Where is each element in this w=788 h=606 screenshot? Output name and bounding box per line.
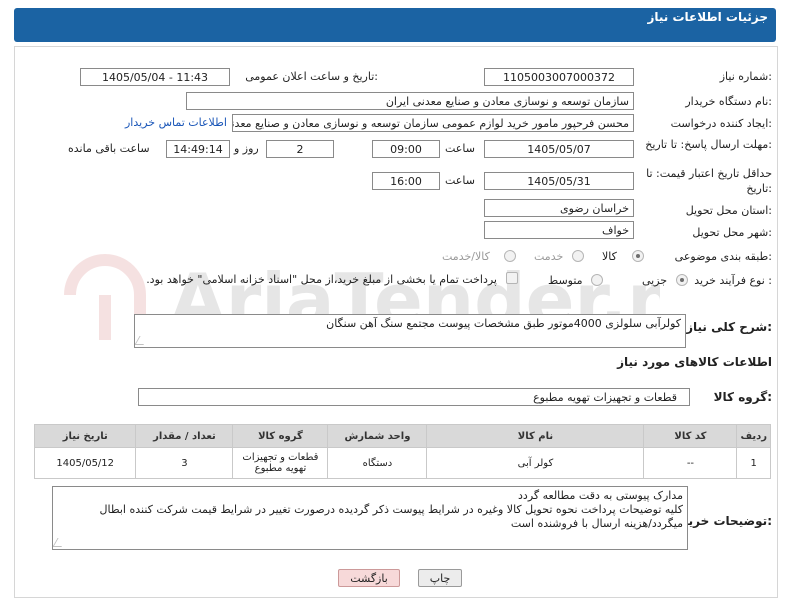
process-minor-option: جزیی (642, 274, 668, 287)
price-validity-label: حداقل تاریخ اعتبار قیمت: تا تاریخ: (646, 167, 772, 195)
category-service-option: خدمت (534, 250, 564, 263)
page-title: جزئیات اطلاعات نیاز (647, 10, 768, 24)
col-header-unit: واحد شمارش (327, 424, 428, 448)
treasury-payment-note: پرداخت تمام یا بخشی از مبلغ خرید،از محل … (146, 273, 497, 286)
creator-label: ایجاد کننده درخواست: (670, 117, 772, 130)
cell-quantity: 3 (135, 447, 234, 479)
buyer-notes-textarea[interactable]: مدارک پیوستی به دقت مطالعه گردد کلیه توض… (52, 486, 688, 550)
province-field[interactable]: خراسان رضوی (484, 199, 634, 217)
validity-time-field[interactable]: 16:00 (372, 172, 440, 190)
resize-handle-icon[interactable] (135, 336, 149, 345)
goods-info-title: اطلاعات کالاهای مورد نیاز (617, 355, 772, 369)
items-table: ردیف کد کالا نام کالا واحد شمارش گروه کا… (33, 424, 771, 479)
reply-time-field[interactable]: 09:00 (372, 140, 440, 158)
process-medium-radio[interactable] (591, 274, 603, 286)
table-header-row: ردیف کد کالا نام کالا واحد شمارش گروه کا… (33, 424, 771, 448)
col-header-quantity: تعداد / مقدار (135, 424, 234, 448)
back-button[interactable]: بازگشت (338, 569, 400, 587)
buyer-org-field[interactable]: سازمان توسعه و نوسازی معادن و صنایع معدن… (186, 92, 634, 110)
goods-group-field[interactable]: قطعات و تجهیزات تهویه مطبوع (138, 388, 690, 406)
days-label: روز و (234, 142, 259, 155)
col-header-goods-group: گروه کالا (232, 424, 329, 448)
col-header-goods-name: نام کالا (426, 424, 645, 448)
remaining-days-field[interactable]: 2 (266, 140, 334, 158)
category-goods-radio[interactable] (632, 250, 644, 262)
resize-handle-icon[interactable] (53, 538, 67, 547)
col-header-need-date: تاریخ نیاز (33, 424, 137, 448)
announce-datetime-field[interactable]: 1405/05/04 - 11:43 (80, 68, 230, 86)
print-button[interactable]: چاپ (418, 569, 462, 587)
process-medium-option: متوسط (548, 274, 583, 287)
validity-time-label: ساعت (445, 174, 475, 187)
validity-date-field[interactable]: 1405/05/31 (484, 172, 634, 190)
announce-label: تاریخ و ساعت اعلان عمومی: (245, 70, 378, 83)
remaining-time-field[interactable]: 14:49:14 (166, 140, 230, 158)
province-label: استان محل تحویل: (685, 204, 772, 217)
reply-deadline-label: مهلت ارسال پاسخ: تا تاریخ: (645, 138, 772, 151)
category-both-option: کالا/خدمت (442, 250, 490, 263)
cell-goods-name: کولر آبی (426, 447, 645, 479)
cell-row-number: 1 (736, 447, 771, 479)
remaining-time-label: ساعت باقی مانده (68, 142, 150, 155)
cell-goods-group: قطعات و تجهیزات تهویه مطبوع (232, 447, 329, 479)
cell-need-date: 1405/05/12 (33, 447, 137, 479)
buyer-org-label: نام دستگاه خریدار: (685, 95, 772, 108)
table-row[interactable]: 1 -- کولر آبی دستگاه قطعات و تجهیزات تهو… (33, 447, 771, 479)
col-header-goods-code: کد کالا (643, 424, 738, 448)
category-label: طبقه بندی موضوعی: (674, 250, 772, 263)
need-number-label: شماره نیاز: (719, 70, 772, 83)
description-label: شرح کلی نیاز: (686, 320, 772, 334)
city-field[interactable]: خواف (484, 221, 634, 239)
buyer-notes-line-1: مدارک پیوستی به دقت مطالعه گردد (518, 489, 683, 502)
description-textarea[interactable]: کولرآبی سلولزی 4000موتور طبق مشخصات پیوس… (134, 314, 686, 348)
buyer-contact-link[interactable]: اطلاعات تماس خریدار (125, 116, 227, 129)
creator-field[interactable]: محسن فرحپور مامور خرید لوازم عمومی سازما… (232, 114, 634, 132)
category-both-radio[interactable] (504, 250, 516, 262)
category-service-radio[interactable] (572, 250, 584, 262)
process-label: نوع فرآیند خرید : (694, 274, 772, 287)
need-number-field[interactable]: 1105003007000372 (484, 68, 634, 86)
buyer-notes-line-3: میگردد/هزینه ارسال با فروشنده است (510, 517, 683, 530)
city-label: شهر محل تحویل: (692, 226, 772, 239)
buyer-notes-line-2: کلیه توضیحات پرداخت نحوه تحویل کالا وغیر… (99, 503, 684, 516)
category-goods-option: کالا (602, 250, 617, 263)
process-minor-radio[interactable] (676, 274, 688, 286)
treasury-payment-checkbox[interactable] (506, 272, 518, 284)
description-text: کولرآبی سلولزی 4000موتور طبق مشخصات پیوس… (326, 317, 681, 330)
reply-time-label: ساعت (445, 142, 475, 155)
cell-unit: دستگاه (327, 447, 428, 479)
reply-date-field[interactable]: 1405/05/07 (484, 140, 634, 158)
goods-group-label: گروه کالا: (713, 390, 772, 404)
cell-goods-code: -- (643, 447, 738, 479)
col-header-row-number: ردیف (736, 424, 771, 448)
